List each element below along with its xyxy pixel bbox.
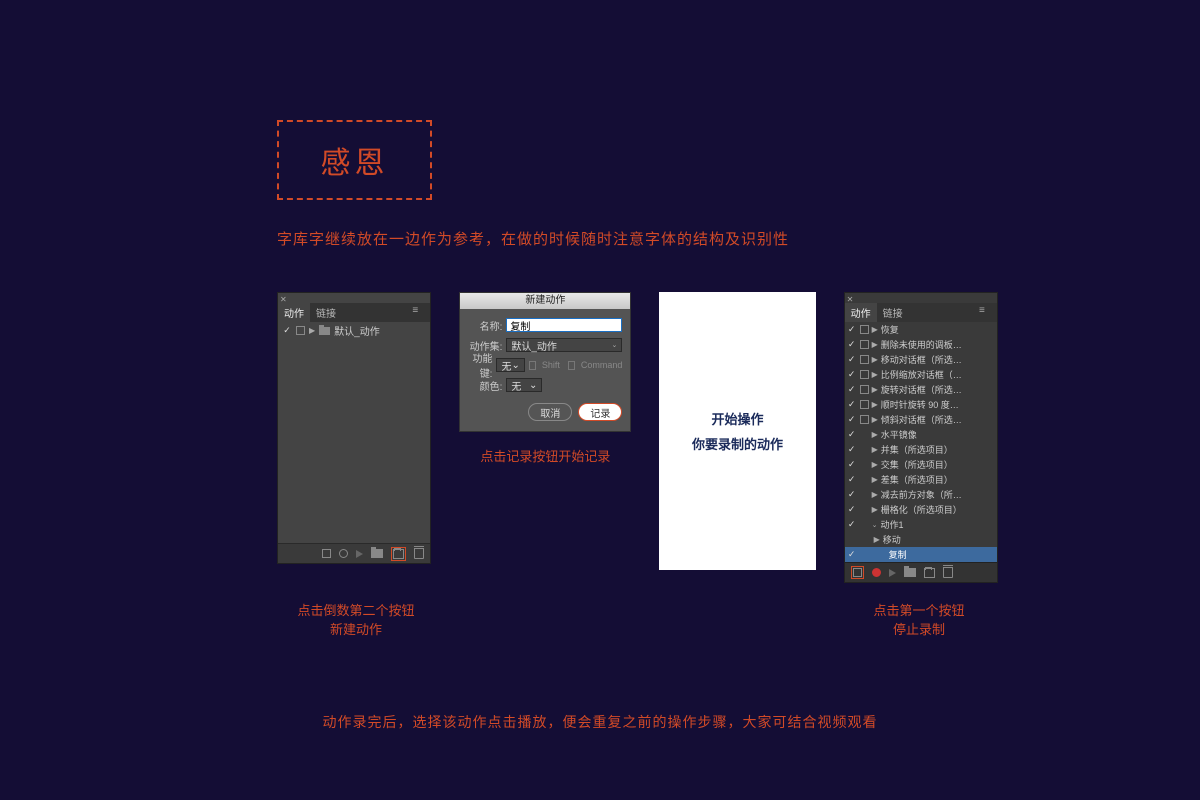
white-line2: 你要录制的动作 xyxy=(692,434,783,453)
list-row[interactable]: ✓▶移动对话框（所选… xyxy=(845,352,997,367)
actions-panel-empty: ✕ 动作 链接 ≡ ✓ ▶ 默认_动作 xyxy=(277,292,431,564)
list-row-highlighted[interactable]: ✓ 复制 xyxy=(845,547,997,562)
command-label: Command xyxy=(581,360,623,370)
new-folder-icon[interactable] xyxy=(371,549,383,558)
new-action-highlight xyxy=(391,547,406,561)
list-row[interactable]: ✓▶交集（所选项目） xyxy=(845,457,997,472)
dialog-caption: 点击记录按钮开始记录 xyxy=(459,446,631,465)
stop-highlight xyxy=(851,566,864,579)
list-row[interactable]: ✓▶并集（所选项目） xyxy=(845,442,997,457)
list-row[interactable]: ✓▶恢复 xyxy=(845,322,997,337)
chevron-down-icon: ⌄ xyxy=(512,360,520,371)
new-action-icon[interactable] xyxy=(924,568,935,578)
dialog-body: 名称: 复制 动作集: 默认_动作⌄ 功能键: 无⌄ Shift Command… xyxy=(460,309,630,431)
trash-icon[interactable] xyxy=(414,548,424,559)
tab-links[interactable]: 链接 xyxy=(877,303,909,322)
chevron-right-icon: ▶ xyxy=(874,535,880,544)
dialog-title: 新建动作 xyxy=(460,293,630,309)
play-icon[interactable] xyxy=(889,569,896,577)
tab-links[interactable]: 链接 xyxy=(310,303,342,322)
white-instruction-panel: 开始操作 你要录制的动作 xyxy=(659,292,815,570)
name-label: 名称: xyxy=(468,318,502,333)
panel-row-default[interactable]: ✓ ▶ 默认_动作 xyxy=(278,322,430,339)
list-row[interactable]: ✓▶倾斜对话框（所选… xyxy=(845,412,997,427)
cancel-button[interactable]: 取消 xyxy=(528,403,572,421)
list-row[interactable]: ✓▶差集（所选项目） xyxy=(845,472,997,487)
fkey-select[interactable]: 无⌄ xyxy=(496,358,524,372)
panel-tabs: 动作 链接 xyxy=(278,303,430,322)
record-icon[interactable] xyxy=(872,568,881,577)
panel-menu-icon[interactable]: ≡ xyxy=(412,305,426,317)
panel-footer xyxy=(845,562,997,582)
chevron-right-icon: ▶ xyxy=(309,326,315,335)
chevron-down-icon: ⌄ xyxy=(529,380,537,391)
toggle-icon xyxy=(296,326,305,335)
panels-row: ✕ 动作 链接 ≡ ✓ ▶ 默认_动作 新建动作 xyxy=(277,292,998,583)
panel4-caption: 点击第一个按钮 停止录制 xyxy=(840,600,998,638)
header-text: 感恩 xyxy=(321,138,389,182)
shift-label: Shift xyxy=(542,360,560,370)
list-row[interactable]: ✓▶减去前方对象（所… xyxy=(845,487,997,502)
new-action-dialog-wrap: 新建动作 名称: 复制 动作集: 默认_动作⌄ 功能键: 无⌄ Shift Co… xyxy=(459,292,631,583)
panel-footer xyxy=(278,543,430,563)
record-icon[interactable] xyxy=(339,549,348,558)
list-row[interactable]: ✓▶栅格化（所选项目） xyxy=(845,502,997,517)
subtitle: 字库字继续放在一边作为参考，在做的时候随时注意字体的结构及识别性 xyxy=(277,228,789,249)
white-line1: 开始操作 xyxy=(711,409,763,428)
footer-text: 动作录完后，选择该动作点击播放，便会重复之前的操作步骤，大家可结合视频观看 xyxy=(0,712,1200,732)
tab-actions[interactable]: 动作 xyxy=(278,303,310,322)
list-row[interactable]: ✓▶旋转对话框（所选… xyxy=(845,382,997,397)
close-icon[interactable]: ✕ xyxy=(847,295,854,304)
list-row[interactable]: ✓▶顺时针旋转 90 度… xyxy=(845,397,997,412)
dialog-buttons: 取消 记录 xyxy=(468,403,622,421)
close-icon[interactable]: ✕ xyxy=(280,295,287,304)
color-label: 颜色: xyxy=(468,378,502,393)
panel-tabs: 动作 链接 xyxy=(845,303,997,322)
play-icon[interactable] xyxy=(356,550,363,558)
color-select[interactable]: 无⌄ xyxy=(506,378,542,392)
list-row[interactable]: ✓▶水平镜像 xyxy=(845,427,997,442)
panel1-caption: 点击倒数第二个按钮 新建动作 xyxy=(277,600,435,638)
panel-menu-icon[interactable]: ≡ xyxy=(979,305,993,317)
shift-checkbox[interactable] xyxy=(529,361,536,370)
actions-list: ✓▶恢复✓▶删除未使用的调板…✓▶移动对话框（所选…✓▶比例缩放对话框（…✓▶旋… xyxy=(845,322,997,517)
new-folder-icon[interactable] xyxy=(904,568,916,577)
stop-icon[interactable] xyxy=(322,549,331,558)
stop-icon[interactable] xyxy=(853,568,862,577)
chevron-down-icon: ⌄ xyxy=(872,521,878,529)
list-row-sub[interactable]: ▶ 移动 xyxy=(845,532,997,547)
actions-panel-full: ✕ 动作 链接 ≡ ✓▶恢复✓▶删除未使用的调板…✓▶移动对话框（所选…✓▶比例… xyxy=(844,292,998,583)
command-checkbox[interactable] xyxy=(568,361,575,370)
new-action-dialog: 新建动作 名称: 复制 动作集: 默认_动作⌄ 功能键: 无⌄ Shift Co… xyxy=(459,292,631,432)
chevron-down-icon: ⌄ xyxy=(611,341,617,349)
tab-actions[interactable]: 动作 xyxy=(845,303,877,322)
list-row[interactable]: ✓▶删除未使用的调板… xyxy=(845,337,997,352)
header-box: 感恩 xyxy=(277,120,432,200)
record-button[interactable]: 记录 xyxy=(578,403,622,421)
name-input[interactable]: 复制 xyxy=(506,318,622,332)
list-row[interactable]: ✓▶比例缩放对话框（… xyxy=(845,367,997,382)
trash-icon[interactable] xyxy=(943,567,953,578)
folder-icon xyxy=(319,327,330,335)
check-icon: ✓ xyxy=(282,325,292,336)
set-select[interactable]: 默认_动作⌄ xyxy=(506,338,622,352)
row-label: 默认_动作 xyxy=(334,323,380,338)
fkey-label: 功能键: xyxy=(468,350,492,380)
new-action-icon[interactable] xyxy=(393,549,404,559)
list-row-group[interactable]: ✓ ⌄ 动作1 xyxy=(845,517,997,532)
